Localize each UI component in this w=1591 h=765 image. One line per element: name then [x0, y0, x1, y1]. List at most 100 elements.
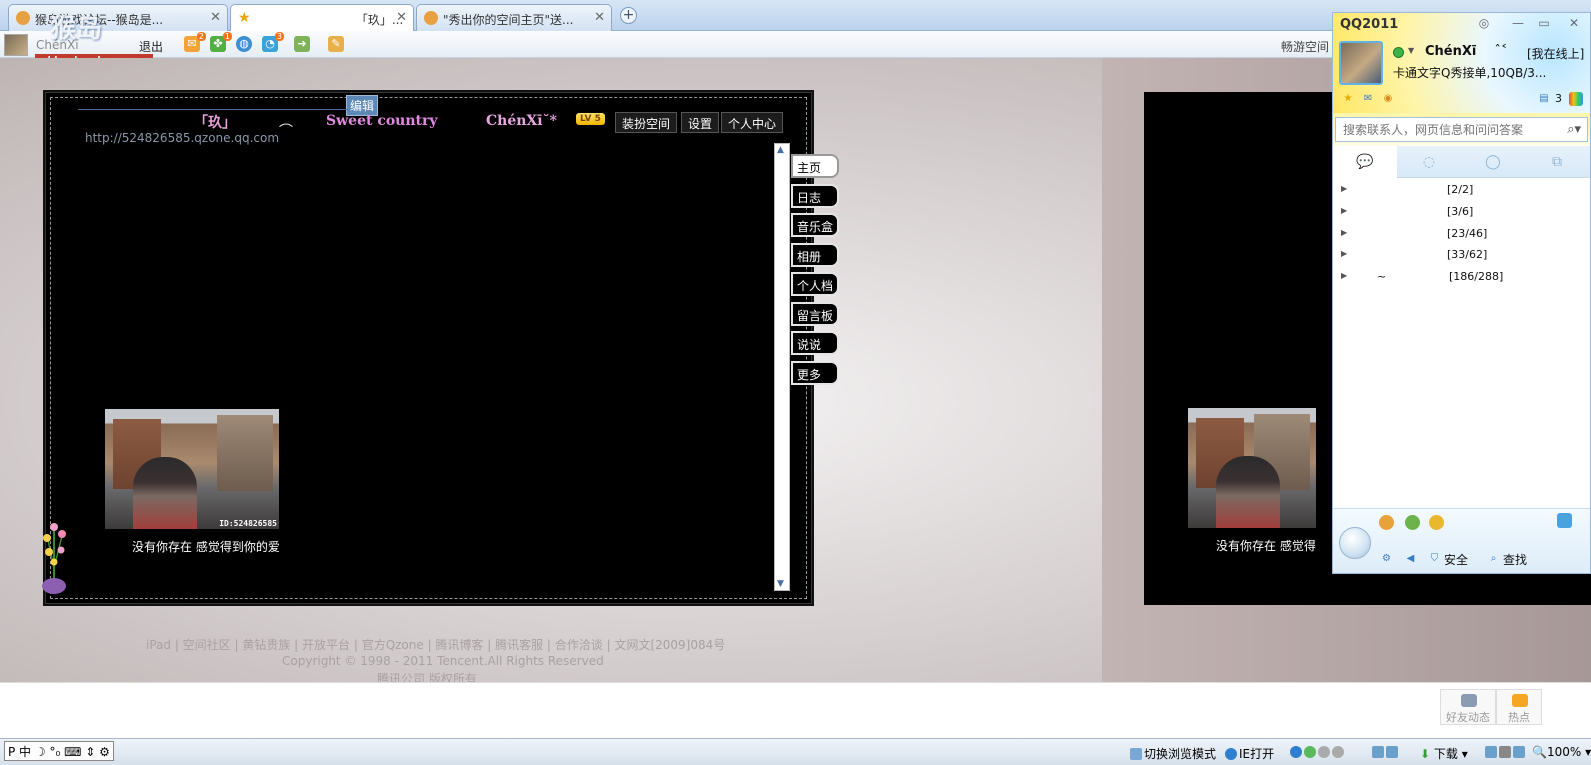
- minimize-button[interactable]: —: [1509, 16, 1527, 32]
- group-chat-icon: ◌: [1422, 154, 1436, 170]
- nickname-emoticon: ˆ˂: [1494, 44, 1508, 59]
- contact-search-input[interactable]: [1336, 118, 1551, 141]
- tab-discussions[interactable]: ◯: [1461, 146, 1525, 178]
- find-label[interactable]: 查找: [1503, 551, 1527, 568]
- tab-show-homepage[interactable]: "秀出你的空间主页"送... ✕: [416, 4, 612, 31]
- share-icon[interactable]: ➜: [294, 36, 310, 52]
- maximize-button[interactable]: ▭: [1535, 16, 1553, 32]
- qq-nickname[interactable]: ChénXī ˆ˂: [1425, 44, 1507, 59]
- friend-feed-tab[interactable]: 好友动态: [1440, 689, 1496, 725]
- contact-group[interactable]: ▶ ~ [186/288]: [1333, 268, 1590, 288]
- contact-group[interactable]: ▶ [3/6]: [1333, 203, 1590, 223]
- message-badge: 2: [196, 32, 206, 41]
- contact-group[interactable]: ▶ [33/62]: [1333, 246, 1590, 266]
- favorites-icon[interactable]: ★: [1341, 92, 1355, 106]
- scroll-up-icon[interactable]: ▲: [777, 145, 784, 155]
- qq-status-text[interactable]: [我在线上]: [1527, 45, 1584, 62]
- settings-button[interactable]: 设置: [681, 112, 720, 133]
- qq-show-icon[interactable]: [1379, 515, 1394, 530]
- status-dropdown-icon[interactable]: ▼: [1408, 46, 1414, 55]
- friends-icon: [1461, 694, 1477, 707]
- tab-contacts[interactable]: 💬: [1333, 146, 1397, 178]
- personal-center-button[interactable]: 个人中心: [721, 112, 784, 133]
- qq-avatar[interactable]: [1339, 41, 1383, 85]
- recent-icon: ⧉: [1552, 154, 1562, 170]
- qq-pet-icon[interactable]: [1405, 515, 1420, 530]
- security-toggle[interactable]: [1290, 745, 1346, 759]
- status-tools[interactable]: [1372, 745, 1400, 759]
- nav-profile[interactable]: 个人档: [791, 272, 839, 296]
- switch-browse-mode-button[interactable]: 切换浏览模式: [1130, 745, 1216, 762]
- group-count: [186/288]: [1449, 270, 1504, 283]
- space-owner-name[interactable]: ChénXī˘*: [486, 113, 557, 129]
- ime-toolbar[interactable]: P 中 ☽ °₀ ⌨ ⇕ ⚙: [4, 741, 114, 761]
- close-tab-icon[interactable]: ✕: [396, 10, 407, 25]
- wallet-icon[interactable]: ◉: [1381, 92, 1395, 106]
- cloud-icon[interactable]: [1557, 513, 1572, 528]
- ie-open-button[interactable]: IE打开: [1225, 745, 1274, 762]
- footer-copyright: Copyright © 1998 - 2011 Tencent.All Righ…: [282, 654, 604, 668]
- space-url[interactable]: http://524826585.qzone.qq.com: [85, 131, 279, 145]
- gear-icon[interactable]: ⚙: [1379, 551, 1394, 566]
- scroll-down-icon[interactable]: ▼: [777, 579, 784, 589]
- profile-photo[interactable]: ID:524826585: [105, 409, 279, 529]
- contact-group[interactable]: ▶ [2/2]: [1333, 181, 1590, 201]
- tab-qzone-space[interactable]: ★ 「玖」... ✕: [230, 4, 414, 32]
- chat-icon[interactable]: ◔ 3: [262, 32, 284, 52]
- new-tab-button[interactable]: +: [620, 7, 637, 24]
- photo-person: [133, 457, 197, 529]
- write-icon[interactable]: ✎: [328, 36, 344, 52]
- clover-icon[interactable]: ✤ 1: [210, 32, 232, 52]
- zoom-control[interactable]: 🔍100% ▾: [1532, 745, 1591, 759]
- hot-topics-tab[interactable]: 热点: [1496, 689, 1542, 725]
- download-button[interactable]: ⬇ 下载 ▾: [1420, 745, 1468, 762]
- tool-icon: [1372, 746, 1384, 758]
- qq-main-menu-button[interactable]: [1339, 527, 1371, 559]
- message-icon[interactable]: ✉ 2: [184, 32, 206, 52]
- find-icon[interactable]: ⌕: [1486, 551, 1501, 566]
- tab-groups[interactable]: ◌: [1397, 146, 1461, 178]
- tab-recent[interactable]: ⧉: [1525, 146, 1589, 178]
- security-label[interactable]: 安全: [1444, 551, 1468, 568]
- close-tab-icon[interactable]: ✕: [210, 10, 221, 25]
- decorate-space-button[interactable]: 装扮空间: [615, 112, 678, 133]
- space-subtitle: Sweet country: [326, 113, 438, 129]
- nav-message-board[interactable]: 留言板: [791, 302, 839, 326]
- app-grid-icon[interactable]: [1569, 92, 1583, 106]
- close-tab-icon[interactable]: ✕: [594, 10, 605, 25]
- space-scrollbar[interactable]: ▲ ▼: [774, 143, 790, 591]
- toggle-icon: [1318, 746, 1330, 758]
- mail-icon[interactable]: ✉: [1361, 92, 1375, 106]
- group-count: [23/46]: [1447, 227, 1488, 240]
- toggle-icon: [1304, 746, 1316, 758]
- nav-album[interactable]: 相册: [791, 243, 839, 267]
- nav-blog[interactable]: 日志: [791, 184, 839, 208]
- qq-skin-icon[interactable]: ◎: [1475, 16, 1493, 32]
- nav-home[interactable]: 主页: [791, 154, 839, 178]
- friend-feed-label: 好友动态: [1446, 711, 1490, 724]
- qzone-mail-icon[interactable]: ▤: [1537, 92, 1551, 106]
- page-bottom: 好友动态 热点: [0, 682, 1591, 738]
- footer-links[interactable]: iPad | 空间社区 | 黄钻贵族 | 开放平台 | 官方Qzone | 腾讯…: [146, 636, 725, 653]
- shield-icon[interactable]: ⛉: [1427, 551, 1442, 566]
- group-count: [33/62]: [1447, 248, 1488, 261]
- expand-arrow-icon: ▶: [1341, 206, 1348, 215]
- qq-game-icon[interactable]: [1429, 515, 1444, 530]
- status-extra-tools[interactable]: [1485, 745, 1527, 759]
- qq-main-panel: QQ2011 ◎ — ▭ ✕ ▼ ChénXī ˆ˂ [我在线上] 卡通文字Q秀接…: [1332, 12, 1591, 574]
- qq-signature[interactable]: 卡通文字Q秀接单,10QB/3...: [1393, 64, 1573, 81]
- nav-music-box[interactable]: 音乐盒: [791, 213, 839, 237]
- expand-arrow-icon: ▶: [1341, 184, 1348, 193]
- space-title: 「玖」: [194, 115, 236, 131]
- level-badge[interactable]: LV 5: [576, 113, 605, 125]
- contact-search[interactable]: ⌕▾: [1335, 117, 1588, 142]
- contact-group[interactable]: ▶ [23/46]: [1333, 225, 1590, 245]
- nav-shuoshuo[interactable]: 说说: [791, 331, 839, 355]
- online-status-icon[interactable]: [1393, 47, 1404, 58]
- close-button[interactable]: ✕: [1565, 16, 1583, 32]
- search-icon[interactable]: ⌕▾: [1567, 122, 1581, 137]
- nav-more[interactable]: 更多: [791, 361, 839, 385]
- chang-you-space-link[interactable]: 畅游空间: [1281, 38, 1329, 55]
- volume-icon[interactable]: ◀: [1403, 551, 1418, 566]
- globe-icon[interactable]: ◍: [236, 36, 252, 52]
